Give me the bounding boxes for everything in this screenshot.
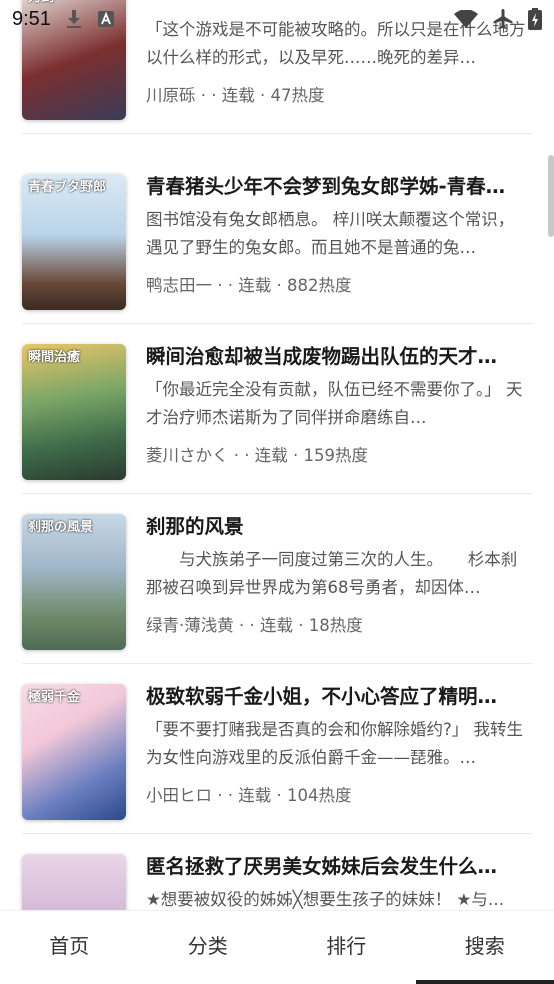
book-cover[interactable] xyxy=(22,854,126,910)
nav-category[interactable]: 分类 xyxy=(139,911,278,984)
book-list[interactable]: 刀剑 「这个游戏是不可能被攻略的。所以只是在什么地方以什么样的形式，以及早死……… xyxy=(0,0,554,910)
book-item[interactable]: 極弱千金 极致软弱千金小姐，不小心答应了精明… 「要不要打赌我是否真的会和你解除… xyxy=(22,664,532,834)
book-title[interactable]: 刹那的风景 xyxy=(146,510,532,539)
book-meta: 川原砾 · · 连载 · 47热度 xyxy=(146,86,325,105)
book-description: 与犬族弟子一同度过第三次的人生。 杉本刹那被召唤到异世界成为第68号勇者，却因体… xyxy=(146,550,518,597)
scrollbar[interactable] xyxy=(548,155,554,237)
book-description: ★想要被奴役的姊姊╳想要生孩子的妹妹！ ★与… xyxy=(146,890,505,909)
book-item[interactable]: 瞬間治癒 瞬间治愈却被当成废物踢出队伍的天才… 「你最近完全没有贡献，队伍已经不… xyxy=(22,324,532,494)
book-cover[interactable]: 青春ブタ野郎 xyxy=(22,174,126,310)
book-cover[interactable]: 瞬間治癒 xyxy=(22,344,126,480)
book-title[interactable]: 极致软弱千金小姐，不小心答应了精明… xyxy=(146,680,532,709)
book-description: 「要不要打赌我是否真的会和你解除婚约?」 我转生为女性向游戏里的反派伯爵千金——… xyxy=(146,720,524,767)
nav-search[interactable]: 搜索 xyxy=(416,911,554,984)
book-title[interactable]: 匿名拯救了厌男美女姊妹后会发生什么… xyxy=(146,850,532,879)
book-item[interactable]: 青春ブタ野郎 青春猪头少年不会梦到兔女郎学姊-青春… 图书馆没有兔女郎栖息。 梓… xyxy=(22,154,532,324)
book-cover[interactable]: 刹那の風景 xyxy=(22,514,126,650)
book-meta: 小田ヒロ · · 连载 · 104热度 xyxy=(146,786,352,805)
nav-ranking[interactable]: 排行 xyxy=(277,911,416,984)
nav-active-indicator xyxy=(416,980,554,984)
book-meta: 菱川さかく · · 连载 · 159热度 xyxy=(146,446,368,465)
status-bar: 9:51 xyxy=(0,0,554,38)
cover-text: 瞬間治癒 xyxy=(28,350,81,365)
book-title[interactable]: 瞬间治愈却被当成废物踢出队伍的天才… xyxy=(146,340,532,369)
cover-text: 極弱千金 xyxy=(28,690,81,705)
book-title[interactable]: 青春猪头少年不会梦到兔女郎学姊-青春… xyxy=(146,170,532,199)
status-time: 9:51 xyxy=(12,7,51,30)
text-a-icon xyxy=(97,10,115,28)
book-item[interactable]: 匿名拯救了厌男美女姊妹后会发生什么… ★想要被奴役的姊姊╳想要生孩子的妹妹！ ★… xyxy=(22,834,532,910)
book-description: 图书馆没有兔女郎栖息。 梓川咲太颠覆这个常识，遇见了野生的兔女郎。而且她不是普通… xyxy=(146,210,515,257)
book-meta: 鸭志田一 · · 连载 · 882热度 xyxy=(146,276,352,295)
cover-text: 青春ブタ野郎 xyxy=(28,180,107,195)
book-meta: 绿青·薄浅黄 · · 连载 · 18热度 xyxy=(146,616,363,635)
book-cover[interactable]: 極弱千金 xyxy=(22,684,126,820)
book-description: 「你最近完全没有贡献，队伍已经不需要你了。」 天才治疗师杰诺斯为了同伴拼命磨练自… xyxy=(146,380,523,427)
bottom-nav: 首页 分类 排行 搜索 xyxy=(0,910,554,984)
cover-text: 刹那の風景 xyxy=(28,520,94,535)
wifi-icon xyxy=(454,10,478,28)
battery-charging-icon xyxy=(528,8,542,30)
airplane-icon xyxy=(492,8,514,30)
book-item[interactable]: 刹那の風景 刹那的风景 与犬族弟子一同度过第三次的人生。 杉本刹那被召唤到异世界… xyxy=(22,494,532,664)
download-icon xyxy=(65,9,83,29)
nav-home[interactable]: 首页 xyxy=(0,911,139,984)
